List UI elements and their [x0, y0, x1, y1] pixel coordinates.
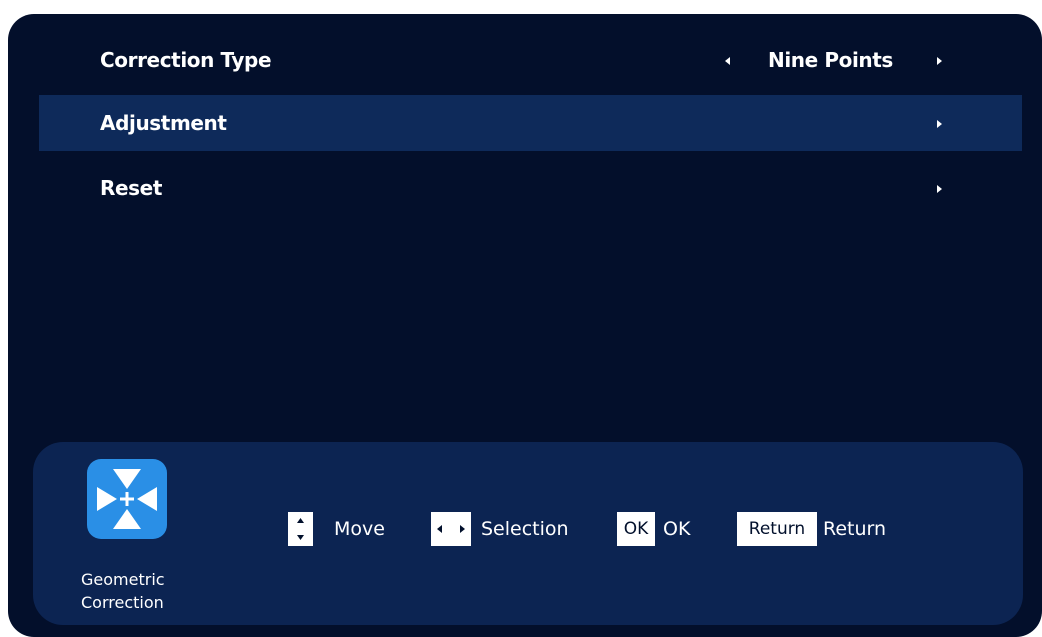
geometric-correction-icon [87, 459, 167, 539]
return-key: Return [737, 512, 817, 546]
menu-item-label: Reset [100, 176, 162, 200]
hint-selection-label: Selection [481, 518, 569, 540]
arrow-right-icon [937, 120, 942, 128]
up-down-key-icon [288, 512, 313, 546]
arrow-right-icon [937, 185, 942, 193]
hint-move-label: Move [334, 518, 385, 540]
hint-ok-label: OK [663, 518, 691, 540]
ok-key: OK [617, 512, 655, 546]
osd-menu-panel: Correction Type Nine Points Adjustment R… [8, 14, 1042, 637]
feature-label: Geometric Correction [81, 570, 165, 612]
arrow-left-icon[interactable] [725, 57, 730, 65]
left-right-key-icon [431, 512, 471, 546]
menu-item-label: Correction Type [100, 48, 272, 72]
menu-item-reset[interactable]: Reset [39, 160, 1022, 216]
arrow-right-icon[interactable] [937, 57, 942, 65]
help-bar: Geometric Correction Move Selection OK O… [33, 442, 1023, 625]
hint-return-label: Return [823, 518, 887, 540]
menu-item-label: Adjustment [100, 111, 227, 135]
menu-item-adjustment[interactable]: Adjustment [39, 95, 1022, 151]
menu-item-value: Nine Points [768, 48, 893, 72]
menu-item-correction-type[interactable]: Correction Type Nine Points [39, 32, 1022, 88]
